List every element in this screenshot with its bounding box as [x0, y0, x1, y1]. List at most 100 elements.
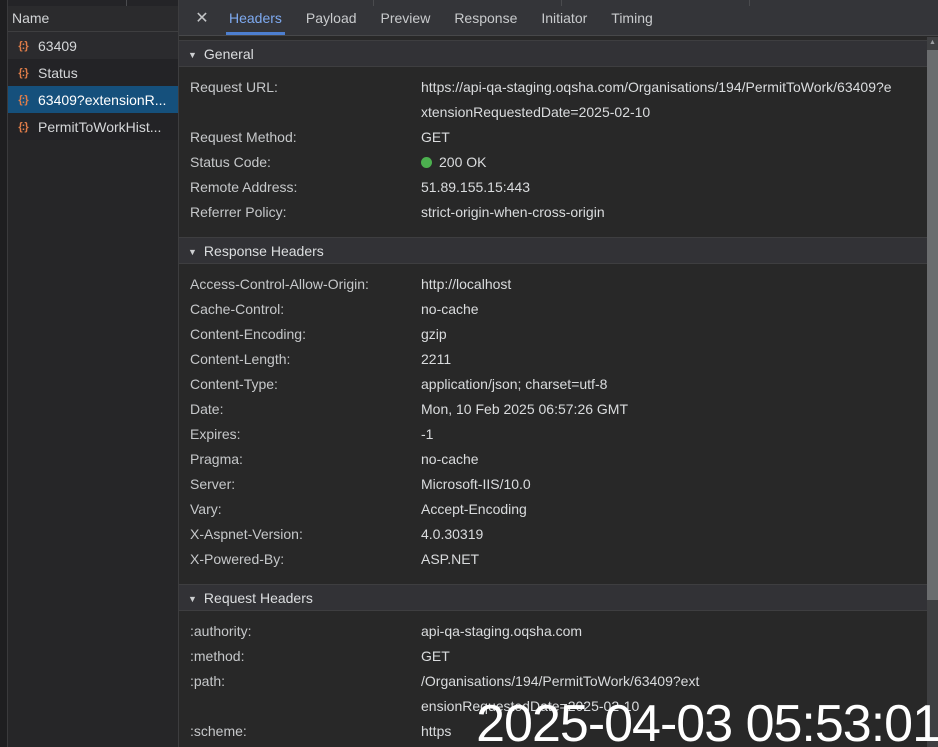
- header-row: Cache-Control: no-cache: [179, 297, 927, 322]
- request-row[interactable]: {:} 63409: [8, 32, 178, 59]
- section-title: Response Headers: [203, 243, 324, 259]
- header-row: X-Powered-By: ASP.NET: [179, 547, 927, 572]
- scroll-up-icon[interactable]: ▲: [927, 39, 938, 46]
- header-value: https: [421, 723, 452, 739]
- devtools-network-panel: Name {:} 63409 {:} Status {:} 63409?exte…: [0, 0, 938, 747]
- header-value: ASP.NET: [421, 551, 480, 567]
- collapse-triangle-icon: ▼: [188, 50, 197, 60]
- section-header[interactable]: ▼ Response Headers: [179, 237, 927, 264]
- headers-section: ▼ Response Headers Access-Control-Allow-O…: [179, 237, 927, 584]
- header-key: :path:: [190, 673, 226, 689]
- header-key: Content-Encoding:: [190, 326, 306, 342]
- tab[interactable]: Initiator: [529, 0, 599, 35]
- header-key: :authority:: [190, 623, 252, 639]
- name-column-header[interactable]: Name: [8, 6, 178, 32]
- headers-content: ▼ General Request URL: https://api-qa-sta…: [179, 36, 927, 747]
- header-key: Server:: [190, 476, 236, 492]
- header-row: X-Aspnet-Version: 4.0.30319: [179, 522, 927, 547]
- header-value: no-cache: [421, 301, 479, 317]
- close-icon[interactable]: ✕: [187, 0, 217, 35]
- header-row: Pragma: no-cache: [179, 447, 927, 472]
- header-value: https://api-qa-staging.oqsha.com/Organis…: [421, 79, 892, 120]
- header-key: X-Aspnet-Version:: [190, 526, 303, 542]
- header-key: Access-Control-Allow-Origin:: [190, 276, 369, 292]
- request-list: {:} 63409 {:} Status {:} 63409?extension…: [8, 32, 178, 747]
- request-label: 63409?extensionR...: [38, 91, 167, 108]
- header-key: Referrer Policy:: [190, 204, 287, 220]
- detail-tab-bar: ✕ Headers Payload Preview Response Initiator…: [179, 0, 938, 36]
- header-key: Vary:: [190, 501, 222, 517]
- tabs: Headers Payload Preview Response Initiator Ti…: [217, 0, 665, 35]
- tab[interactable]: Payload: [294, 0, 369, 35]
- header-key: Request Method:: [190, 129, 297, 145]
- header-value: 4.0.30319: [421, 526, 484, 542]
- header-row: Remote Address: 51.89.155.15:443: [179, 175, 927, 200]
- status-ok-dot: [421, 157, 432, 168]
- header-row: Vary: Accept-Encoding: [179, 497, 927, 522]
- request-row[interactable]: {:} 63409?extensionR...: [8, 86, 178, 113]
- header-value: application/json; charset=utf-8: [421, 376, 608, 392]
- sidebar-top-strip: [8, 0, 178, 6]
- tab[interactable]: Response: [442, 0, 529, 35]
- header-key: X-Powered-By:: [190, 551, 285, 567]
- headers-section: ▼ Request Headers :authority: api-qa-stag…: [179, 584, 927, 747]
- section-rows: Access-Control-Allow-Origin: http://loca…: [179, 264, 927, 584]
- tab[interactable]: Timing: [599, 0, 665, 35]
- header-key: Cache-Control:: [190, 301, 285, 317]
- header-row: Expires: -1: [179, 422, 927, 447]
- header-value: GET: [421, 129, 450, 145]
- section-title: General: [203, 46, 254, 62]
- header-value: 2211: [421, 351, 452, 367]
- header-key: Status Code:: [190, 154, 271, 170]
- header-value: Microsoft-IIS/10.0: [421, 476, 531, 492]
- section-rows: :authority: api-qa-staging.oqsha.com :me…: [179, 611, 927, 747]
- header-value: /Organisations/194/PermitToWork/63409?ex…: [421, 673, 700, 714]
- header-value: api-qa-staging.oqsha.com: [421, 623, 583, 639]
- header-value: Accept-Encoding: [421, 501, 527, 517]
- header-row: :authority: api-qa-staging.oqsha.com: [179, 619, 927, 644]
- left-gutter: [0, 0, 8, 747]
- header-value: 200 OK: [421, 150, 486, 175]
- header-row: Request URL: https://api-qa-staging.oqsh…: [179, 75, 927, 125]
- headers-section: ▼ General Request URL: https://api-qa-sta…: [179, 40, 927, 237]
- header-key: Expires:: [190, 426, 241, 442]
- column-divider-tick: [126, 0, 127, 6]
- header-value: 51.89.155.15:443: [421, 179, 530, 195]
- section-header[interactable]: ▼ General: [179, 40, 927, 67]
- request-detail-panel: ✕ Headers Payload Preview Response Initiator…: [179, 0, 938, 747]
- header-key: :scheme:: [190, 723, 247, 739]
- header-value: http://localhost: [421, 276, 512, 292]
- header-row: :path: /Organisations/194/PermitToWork/6…: [179, 669, 927, 719]
- request-label: PermitToWorkHist...: [38, 118, 162, 135]
- header-row: Request Method: GET: [179, 125, 927, 150]
- header-key: Content-Type:: [190, 376, 278, 392]
- header-value: gzip: [421, 326, 447, 342]
- header-row: Status Code: 200 OK: [179, 150, 927, 175]
- json-file-icon: {:}: [18, 39, 28, 52]
- header-key: Remote Address:: [190, 179, 298, 195]
- scrollbar-thumb[interactable]: [927, 50, 938, 600]
- json-file-icon: {:}: [18, 66, 28, 79]
- json-file-icon: {:}: [18, 93, 28, 106]
- header-value: Mon, 10 Feb 2025 06:57:26 GMT: [421, 401, 629, 417]
- collapse-triangle-icon: ▼: [188, 594, 197, 604]
- header-row: Access-Control-Allow-Origin: http://loca…: [179, 272, 927, 297]
- section-title: Request Headers: [203, 590, 313, 606]
- tab[interactable]: Preview: [369, 0, 443, 35]
- header-value: GET: [421, 648, 450, 664]
- request-label: Status: [38, 64, 78, 81]
- header-row: :method: GET: [179, 644, 927, 669]
- header-key: Request URL:: [190, 79, 278, 95]
- header-row: Server: Microsoft-IIS/10.0: [179, 472, 927, 497]
- scrollbar[interactable]: ▲: [927, 37, 938, 747]
- header-value: strict-origin-when-cross-origin: [421, 204, 605, 220]
- header-row: Content-Length: 2211: [179, 347, 927, 372]
- section-rows: Request URL: https://api-qa-staging.oqsh…: [179, 67, 927, 237]
- request-row[interactable]: {:} Status: [8, 59, 178, 86]
- header-row: Content-Type: application/json; charset=…: [179, 372, 927, 397]
- request-label: 63409: [38, 37, 77, 54]
- section-header[interactable]: ▼ Request Headers: [179, 584, 927, 611]
- request-row[interactable]: {:} PermitToWorkHist...: [8, 113, 178, 140]
- header-row: :scheme: https: [179, 719, 927, 744]
- tab[interactable]: Headers: [217, 0, 294, 35]
